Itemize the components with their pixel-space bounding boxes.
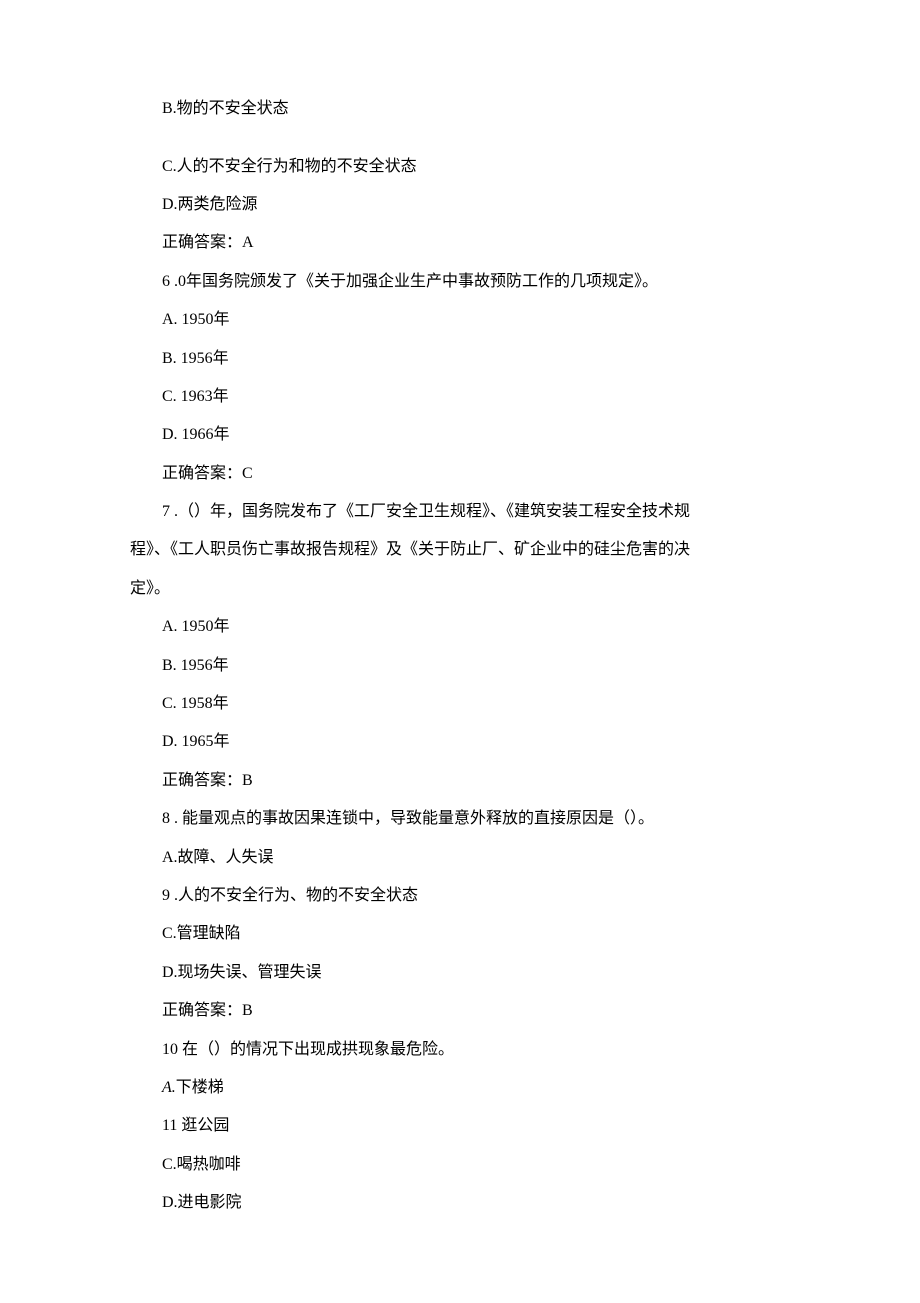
option-text: B.物的不安全状态 bbox=[130, 90, 790, 128]
option-text: A.下楼梯 bbox=[130, 1069, 790, 1107]
answer-text: 正确答案：A bbox=[130, 224, 790, 262]
option-text: A. 1950年 bbox=[130, 608, 790, 646]
option-text: C. 1963年 bbox=[130, 378, 790, 416]
option-text: 9 .人的不安全行为、物的不安全状态 bbox=[130, 877, 790, 915]
question-text: 10 在（）的情况下出现成拱现象最危险。 bbox=[130, 1031, 790, 1069]
option-text: D.现场失误、管理失误 bbox=[130, 954, 790, 992]
option-text: A.故障、人失误 bbox=[130, 839, 790, 877]
option-text: B. 1956年 bbox=[130, 340, 790, 378]
option-text-content: 下楼梯 bbox=[176, 1079, 224, 1096]
option-text: C. 1958年 bbox=[130, 685, 790, 723]
option-text: A. 1950年 bbox=[130, 301, 790, 339]
option-text: C.管理缺陷 bbox=[130, 915, 790, 953]
document-content: B.物的不安全状态 C.人的不安全行为和物的不安全状态 D.两类危险源 正确答案… bbox=[130, 90, 790, 1223]
option-text: D. 1965年 bbox=[130, 723, 790, 761]
answer-text: 正确答案：B bbox=[130, 762, 790, 800]
option-text: 11 逛公园 bbox=[130, 1107, 790, 1145]
answer-text: 正确答案：C bbox=[130, 455, 790, 493]
option-text: D.两类危险源 bbox=[130, 186, 790, 224]
question-text-cont: 定》。 bbox=[130, 570, 790, 608]
question-text: 7 .（）年，国务院发布了《工厂安全卫生规程》、《建筑安装工程安全技术规 bbox=[130, 493, 790, 531]
option-text: C.喝热咖啡 bbox=[130, 1146, 790, 1184]
option-text: B. 1956年 bbox=[130, 647, 790, 685]
answer-text: 正确答案：B bbox=[130, 992, 790, 1030]
question-text: 6 .0年国务院颁发了《关于加强企业生产中事故预防工作的几项规定》。 bbox=[130, 263, 790, 301]
option-text: C.人的不安全行为和物的不安全状态 bbox=[130, 148, 790, 186]
option-text: D. 1966年 bbox=[130, 416, 790, 454]
option-text: D.进电影院 bbox=[130, 1184, 790, 1222]
question-text-cont: 程》、《工人职员伤亡事故报告规程》及《关于防止厂、矿企业中的硅尘危害的决 bbox=[130, 531, 790, 569]
question-text: 8 . 能量观点的事故因果连锁中，导致能量意外释放的直接原因是（）。 bbox=[130, 800, 790, 838]
blank-line bbox=[130, 128, 790, 147]
